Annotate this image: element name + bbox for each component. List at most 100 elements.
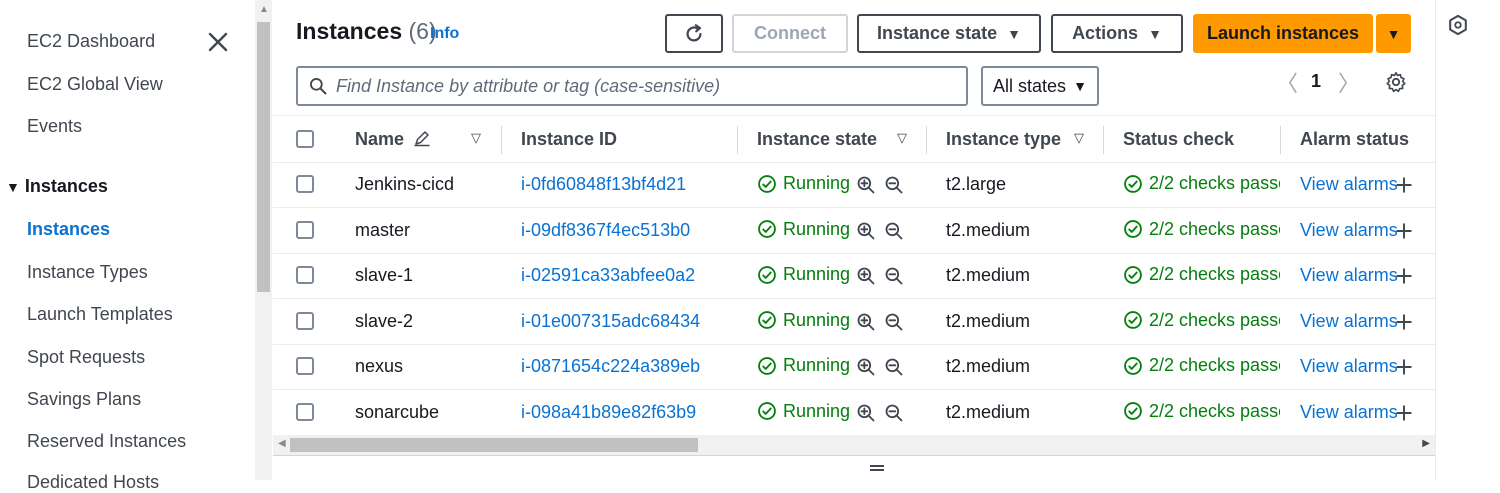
column-header-name[interactable]: Name [355,129,431,150]
sidebar-item-events[interactable]: Events [27,116,82,137]
table-row[interactable]: sonarcube i-098a41b89e82f63b9 Running t2… [273,391,1435,435]
table-row[interactable]: slave-2 i-01e007315adc68434 Running t2.m… [273,300,1435,345]
view-alarms-link[interactable]: View alarms [1300,402,1398,423]
column-divider[interactable] [926,126,927,154]
instance-id-link[interactable]: i-0fd60848f13bf4d21 [521,174,686,195]
page-number[interactable]: 1 [1311,71,1321,92]
select-all-checkbox[interactable] [296,130,314,148]
sidebar-item-instance-types[interactable]: Instance Types [27,262,148,283]
zoom-out-icon[interactable] [884,266,904,286]
zoom-out-icon[interactable] [884,357,904,377]
pencil-icon [414,131,430,147]
column-header-instance-type[interactable]: Instance type [946,129,1061,150]
column-header-alarm-status[interactable]: Alarm status [1300,129,1409,150]
sidebar-scrollbar[interactable]: ▲ [255,0,272,480]
zoom-in-icon[interactable] [856,266,876,286]
table-row[interactable]: Jenkins-cicd i-0fd60848f13bf4d21 Running… [273,163,1435,208]
table-row[interactable]: nexus i-0871654c224a389eb Running t2.med… [273,345,1435,390]
sort-icon[interactable]: ▽ [471,130,481,146]
check-circle-icon [758,265,776,284]
plus-icon[interactable] [1395,313,1413,331]
row-checkbox[interactable] [296,311,314,330]
search-field[interactable] [296,66,968,106]
instance-id-link[interactable]: i-02591ca33abfee0a2 [521,265,695,286]
scrollbar-thumb[interactable] [290,438,698,452]
column-divider[interactable] [1103,126,1104,154]
status-check-text: 2/2 checks passec [1149,173,1280,193]
row-checkbox[interactable] [296,402,314,421]
launch-instances-dropdown[interactable]: ▼ [1376,14,1411,53]
sidebar-item-launch-templates[interactable]: Launch Templates [27,304,173,325]
search-input[interactable] [336,75,956,97]
actions-button[interactable]: Actions ▼ [1051,14,1183,53]
zoom-in-icon[interactable] [856,403,876,423]
zoom-in-icon[interactable] [856,312,876,332]
row-checkbox[interactable] [296,266,314,284]
view-alarms-link[interactable]: View alarms [1300,265,1398,286]
close-icon[interactable] [206,30,230,54]
sidebar-section-instances[interactable]: ▼ Instances [6,176,108,197]
view-alarms-link[interactable]: View alarms [1300,220,1398,241]
view-alarms-link[interactable]: View alarms [1300,174,1398,195]
instance-id-link[interactable]: i-09df8367f4ec513b0 [521,220,690,241]
row-checkbox[interactable] [296,175,314,193]
instance-state-button[interactable]: Instance state ▼ [857,14,1041,53]
hexagon-icon[interactable] [1447,14,1469,36]
scroll-up-icon[interactable]: ▲ [259,4,269,15]
view-alarms-link[interactable]: View alarms [1300,311,1398,332]
split-panel-bar [273,455,1481,480]
zoom-in-icon[interactable] [856,357,876,377]
next-page-icon[interactable]: 〉 [1338,66,1360,98]
prev-page-icon[interactable]: 〈 [1276,66,1298,98]
column-divider[interactable] [737,126,738,154]
sidebar-item-savings-plans[interactable]: Savings Plans [27,389,141,410]
plus-icon[interactable] [1395,267,1413,285]
instance-id-link[interactable]: i-098a41b89e82f63b9 [521,402,696,423]
instance-id-link[interactable]: i-01e007315adc68434 [521,311,700,332]
sidebar-item-dedicated-hosts[interactable]: Dedicated Hosts [27,472,159,493]
zoom-in-icon[interactable] [856,175,876,195]
zoom-out-icon[interactable] [884,312,904,332]
zoom-in-icon[interactable] [856,221,876,241]
launch-instances-label: Launch instances [1206,23,1360,43]
column-header-instance-id[interactable]: Instance ID [521,129,617,150]
column-divider[interactable] [1280,126,1281,154]
column-header-instance-state[interactable]: Instance state [757,129,877,150]
table-horizontal-scrollbar[interactable]: ◀ ▶ [273,435,1435,455]
instance-type: t2.medium [946,265,1031,285]
view-alarms-link[interactable]: View alarms [1300,356,1398,377]
scroll-left-icon[interactable]: ◀ [278,438,286,449]
scrollbar-thumb[interactable] [257,22,270,292]
zoom-out-icon[interactable] [884,175,904,195]
sort-icon[interactable]: ▽ [897,130,907,146]
plus-icon[interactable] [1395,404,1413,422]
drag-handle-icon[interactable] [869,464,885,474]
zoom-out-icon[interactable] [884,403,904,423]
plus-icon[interactable] [1395,176,1413,194]
zoom-out-icon[interactable] [884,221,904,241]
row-checkbox[interactable] [296,357,314,375]
sidebar-item-instances[interactable]: Instances [27,219,110,240]
sidebar-item-ec2-dashboard[interactable]: EC2 Dashboard [27,31,155,52]
sidebar-item-ec2-global-view[interactable]: EC2 Global View [27,74,163,95]
row-checkbox[interactable] [296,220,314,239]
sort-icon[interactable]: ▽ [1074,130,1084,146]
info-link[interactable]: Info [430,25,459,43]
sidebar-item-spot-requests[interactable]: Spot Requests [27,347,145,368]
instance-type: t2.medium [946,219,1031,240]
plus-icon[interactable] [1395,358,1413,376]
scroll-right-icon[interactable]: ▶ [1422,438,1430,449]
connect-button[interactable]: Connect [732,14,848,53]
state-filter-select[interactable]: All states ▼ [981,66,1099,106]
plus-icon[interactable] [1395,222,1413,240]
column-header-status-check[interactable]: Status check [1123,129,1234,150]
table-row[interactable]: master i-09df8367f4ec513b0 Running t2.me… [273,209,1435,254]
instance-id-link[interactable]: i-0871654c224a389eb [521,356,700,377]
gear-icon[interactable] [1385,71,1407,93]
launch-instances-button[interactable]: Launch instances [1193,14,1373,53]
refresh-button[interactable] [665,14,723,53]
column-label: Name [355,129,405,149]
table-row[interactable]: slave-1 i-02591ca33abfee0a2 Running t2.m… [273,254,1435,299]
sidebar-item-reserved-instances[interactable]: Reserved Instances [27,431,186,452]
column-divider[interactable] [501,126,502,154]
